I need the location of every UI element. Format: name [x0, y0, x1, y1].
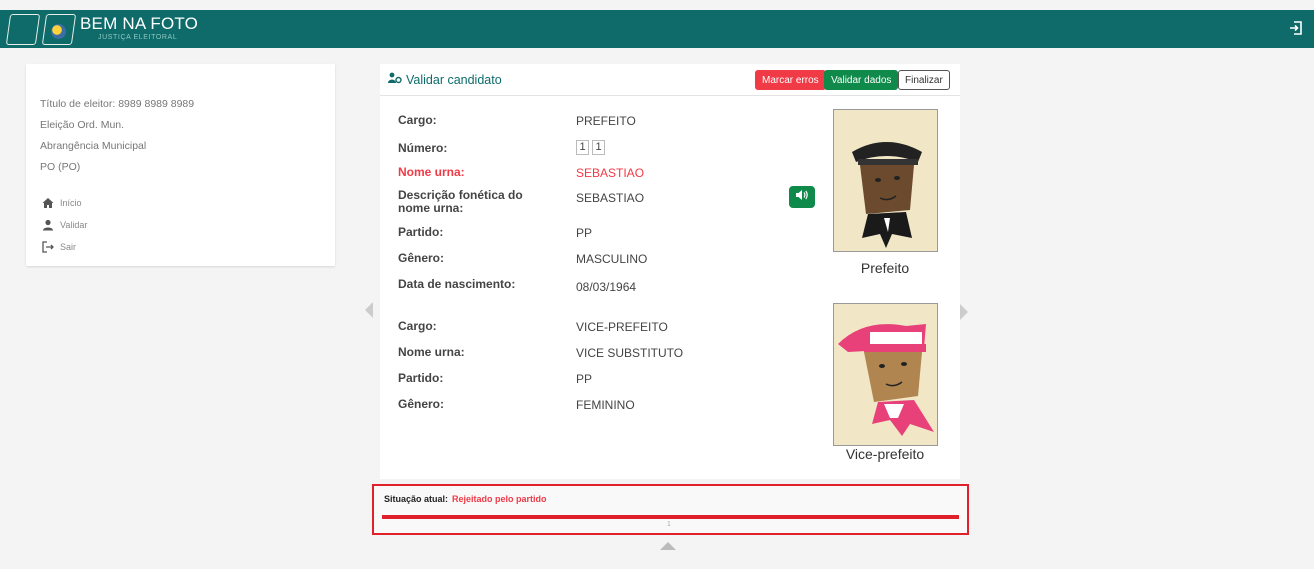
nascimento-value: 08/03/1964	[576, 280, 637, 294]
sidebar-item-sair[interactable]: Sair	[42, 236, 87, 258]
vice-photo	[833, 303, 938, 446]
nome-urna-label: Nome urna:	[398, 165, 465, 179]
sidebar-item-validar[interactable]: Validar	[42, 214, 87, 236]
vice-caption: Vice-prefeito	[845, 446, 925, 462]
speaker-icon	[796, 190, 808, 200]
vice-partido-value: PP	[576, 372, 593, 386]
home-icon	[42, 197, 54, 209]
app-subtitle: JUSTIÇA ELEITORAL	[98, 34, 178, 41]
vice-partido-label: Partido:	[398, 371, 444, 385]
prefeito-caption: Prefeito	[860, 260, 910, 276]
mark-errors-button[interactable]: Marcar erros	[755, 70, 826, 90]
app-title: BEM NA FOTO	[80, 14, 199, 33]
cargo-value: PREFEITO	[576, 114, 636, 128]
sidebar: Título de eleitor: 8989 8989 8989 Eleiçã…	[26, 64, 335, 266]
vice-genero-label: Gênero:	[398, 397, 445, 411]
numero-value: 11	[576, 139, 608, 155]
card-title: Validar candidato	[388, 72, 502, 87]
scope: Abrangência Municipal	[40, 140, 147, 152]
genero-label: Gênero:	[398, 251, 445, 265]
numero-label: Número:	[398, 141, 448, 155]
cargo-label: Cargo:	[398, 113, 437, 127]
vice-nome-value: VICE SUBSTITUTO	[576, 346, 684, 360]
previous-arrow-icon[interactable]	[365, 302, 373, 318]
nome-urna-value: SEBASTIAO	[576, 166, 645, 180]
genero-value: MASCULINO	[576, 252, 648, 266]
nascimento-label: Data de nascimento:	[398, 277, 516, 291]
status-label-wrap: Situação atual: Rejeitado pelo partido	[384, 494, 547, 504]
sidebar-item-label: Validar	[60, 220, 88, 230]
prefeito-photo	[833, 109, 938, 252]
sidebar-nav: Início Validar Sair	[42, 192, 87, 258]
page-number[interactable]: 1	[667, 521, 671, 528]
logout-icon	[42, 241, 54, 253]
status-panel: Situação atual: Rejeitado pelo partido 1	[372, 484, 969, 535]
card-title-label: Validar candidato	[406, 72, 502, 87]
validate-button[interactable]: Validar dados	[824, 70, 899, 90]
status-label: Situação atual:	[384, 494, 449, 504]
play-audio-button[interactable]	[789, 186, 815, 208]
fonetica-value: SEBASTIAO	[576, 191, 645, 205]
partido-value: PP	[576, 226, 593, 240]
party-location: PO (PO)	[40, 161, 81, 173]
vice-cargo-label: Cargo:	[398, 319, 437, 333]
voter-info: Título de eleitor: 8989 8989 8989 Eleiçã…	[40, 94, 194, 178]
number-digit: 1	[592, 140, 605, 155]
logout-icon-svg	[1290, 21, 1302, 35]
number-digit: 1	[576, 140, 589, 155]
vice-nome-label: Nome urna:	[398, 345, 465, 359]
voter-id: Título de eleitor: 8989 8989 8989	[40, 98, 195, 110]
partido-label: Partido:	[398, 225, 444, 239]
top-bar: BEM NA FOTO JUSTIÇA ELEITORAL	[0, 10, 1314, 48]
sidebar-item-label: Sair	[60, 242, 77, 252]
candidate-avatar-icon	[834, 304, 937, 445]
card-header: Validar candidato Marcar erros Validar d…	[380, 64, 960, 96]
fonetica-label: Descrição fonética do nome urna:	[398, 188, 523, 215]
logout-icon[interactable]	[1288, 21, 1304, 37]
candidate-card: Validar candidato Marcar erros Validar d…	[380, 64, 960, 479]
status-value: Rejeitado pelo partido	[452, 494, 547, 504]
next-arrow-icon[interactable]	[960, 304, 968, 320]
collapse-arrow-icon[interactable]	[660, 542, 676, 550]
logo-icon	[51, 24, 66, 39]
sidebar-item-inicio[interactable]: Início	[42, 192, 87, 214]
user-icon	[42, 219, 54, 231]
status-bar	[382, 515, 959, 519]
vice-cargo-value: VICE-PREFEITO	[576, 320, 668, 334]
finish-button[interactable]: Finalizar	[898, 70, 950, 90]
logo-frame-left	[5, 14, 41, 45]
candidate-avatar-icon	[834, 110, 937, 251]
user-check-icon	[388, 72, 402, 87]
election-type: Eleição Ord. Mun.	[40, 119, 125, 131]
sidebar-item-label: Início	[60, 198, 82, 208]
vice-genero-value: FEMININO	[576, 398, 635, 412]
